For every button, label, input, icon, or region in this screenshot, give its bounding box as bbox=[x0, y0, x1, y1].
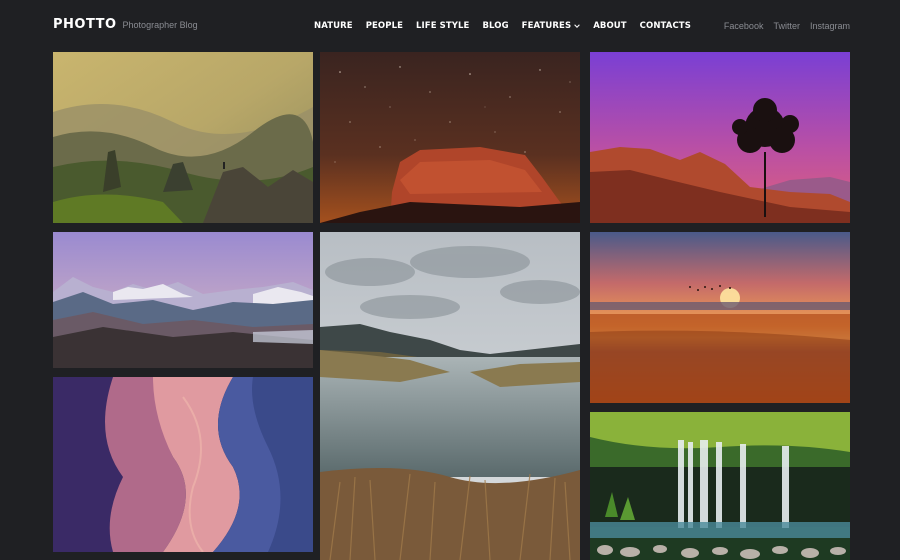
photo-image bbox=[53, 52, 313, 223]
photo-image bbox=[590, 52, 850, 223]
gallery-photo-tree-sunset[interactable] bbox=[590, 52, 850, 223]
gallery-photo-snowy-mountains[interactable] bbox=[53, 232, 313, 368]
photo-image bbox=[590, 412, 850, 560]
photo-image bbox=[590, 232, 850, 403]
gallery-photo-slot-canyon[interactable] bbox=[53, 377, 313, 552]
nav-item-contacts[interactable]: CONTACTS bbox=[640, 21, 691, 31]
gallery-photo-red-rock-night[interactable] bbox=[320, 52, 580, 223]
nav-label: NATURE bbox=[314, 21, 353, 31]
social-link-twitter[interactable]: Twitter bbox=[773, 21, 800, 31]
nav-label: CONTACTS bbox=[639, 21, 691, 31]
photo-image bbox=[53, 232, 313, 368]
gallery-photo-mountain-valley[interactable] bbox=[53, 52, 313, 223]
nav-label: PEOPLE bbox=[365, 21, 404, 31]
nav-label: FEATURES bbox=[521, 21, 572, 31]
photo-image bbox=[320, 52, 580, 223]
nav-item-nature[interactable]: NATURE bbox=[314, 21, 353, 31]
gallery-photo-waterfall[interactable] bbox=[590, 412, 850, 560]
nav-item-about[interactable]: ABOUT bbox=[593, 21, 626, 31]
nav-label: BLOG bbox=[482, 21, 509, 31]
site-header: PHOTTO Photographer Blog NATURE PEOPLE L… bbox=[0, 0, 900, 52]
nav-item-life-style[interactable]: LIFE STYLE bbox=[416, 21, 469, 31]
social-link-instagram[interactable]: Instagram bbox=[810, 21, 850, 31]
brand[interactable]: PHOTTO Photographer Blog bbox=[53, 17, 198, 32]
site-tagline: Photographer Blog bbox=[122, 20, 198, 30]
photo-image bbox=[53, 377, 313, 552]
gallery-photo-beach-sunset[interactable] bbox=[590, 232, 850, 403]
gallery-photo-lake-clouds[interactable] bbox=[320, 232, 580, 560]
nav-item-features[interactable]: FEATURES bbox=[522, 21, 581, 31]
site-logo[interactable]: PHOTTO bbox=[53, 17, 117, 32]
social-link-facebook[interactable]: Facebook bbox=[724, 21, 764, 31]
nav-label: LIFE STYLE bbox=[416, 21, 470, 31]
photo-image bbox=[320, 232, 580, 560]
nav-item-blog[interactable]: BLOG bbox=[482, 21, 508, 31]
main-nav: NATURE PEOPLE LIFE STYLE BLOG FEATURES A… bbox=[314, 21, 691, 31]
nav-item-people[interactable]: PEOPLE bbox=[366, 21, 403, 31]
nav-label: ABOUT bbox=[593, 21, 627, 31]
social-links: Facebook Twitter Instagram bbox=[724, 21, 850, 31]
chevron-down-icon bbox=[574, 24, 580, 28]
